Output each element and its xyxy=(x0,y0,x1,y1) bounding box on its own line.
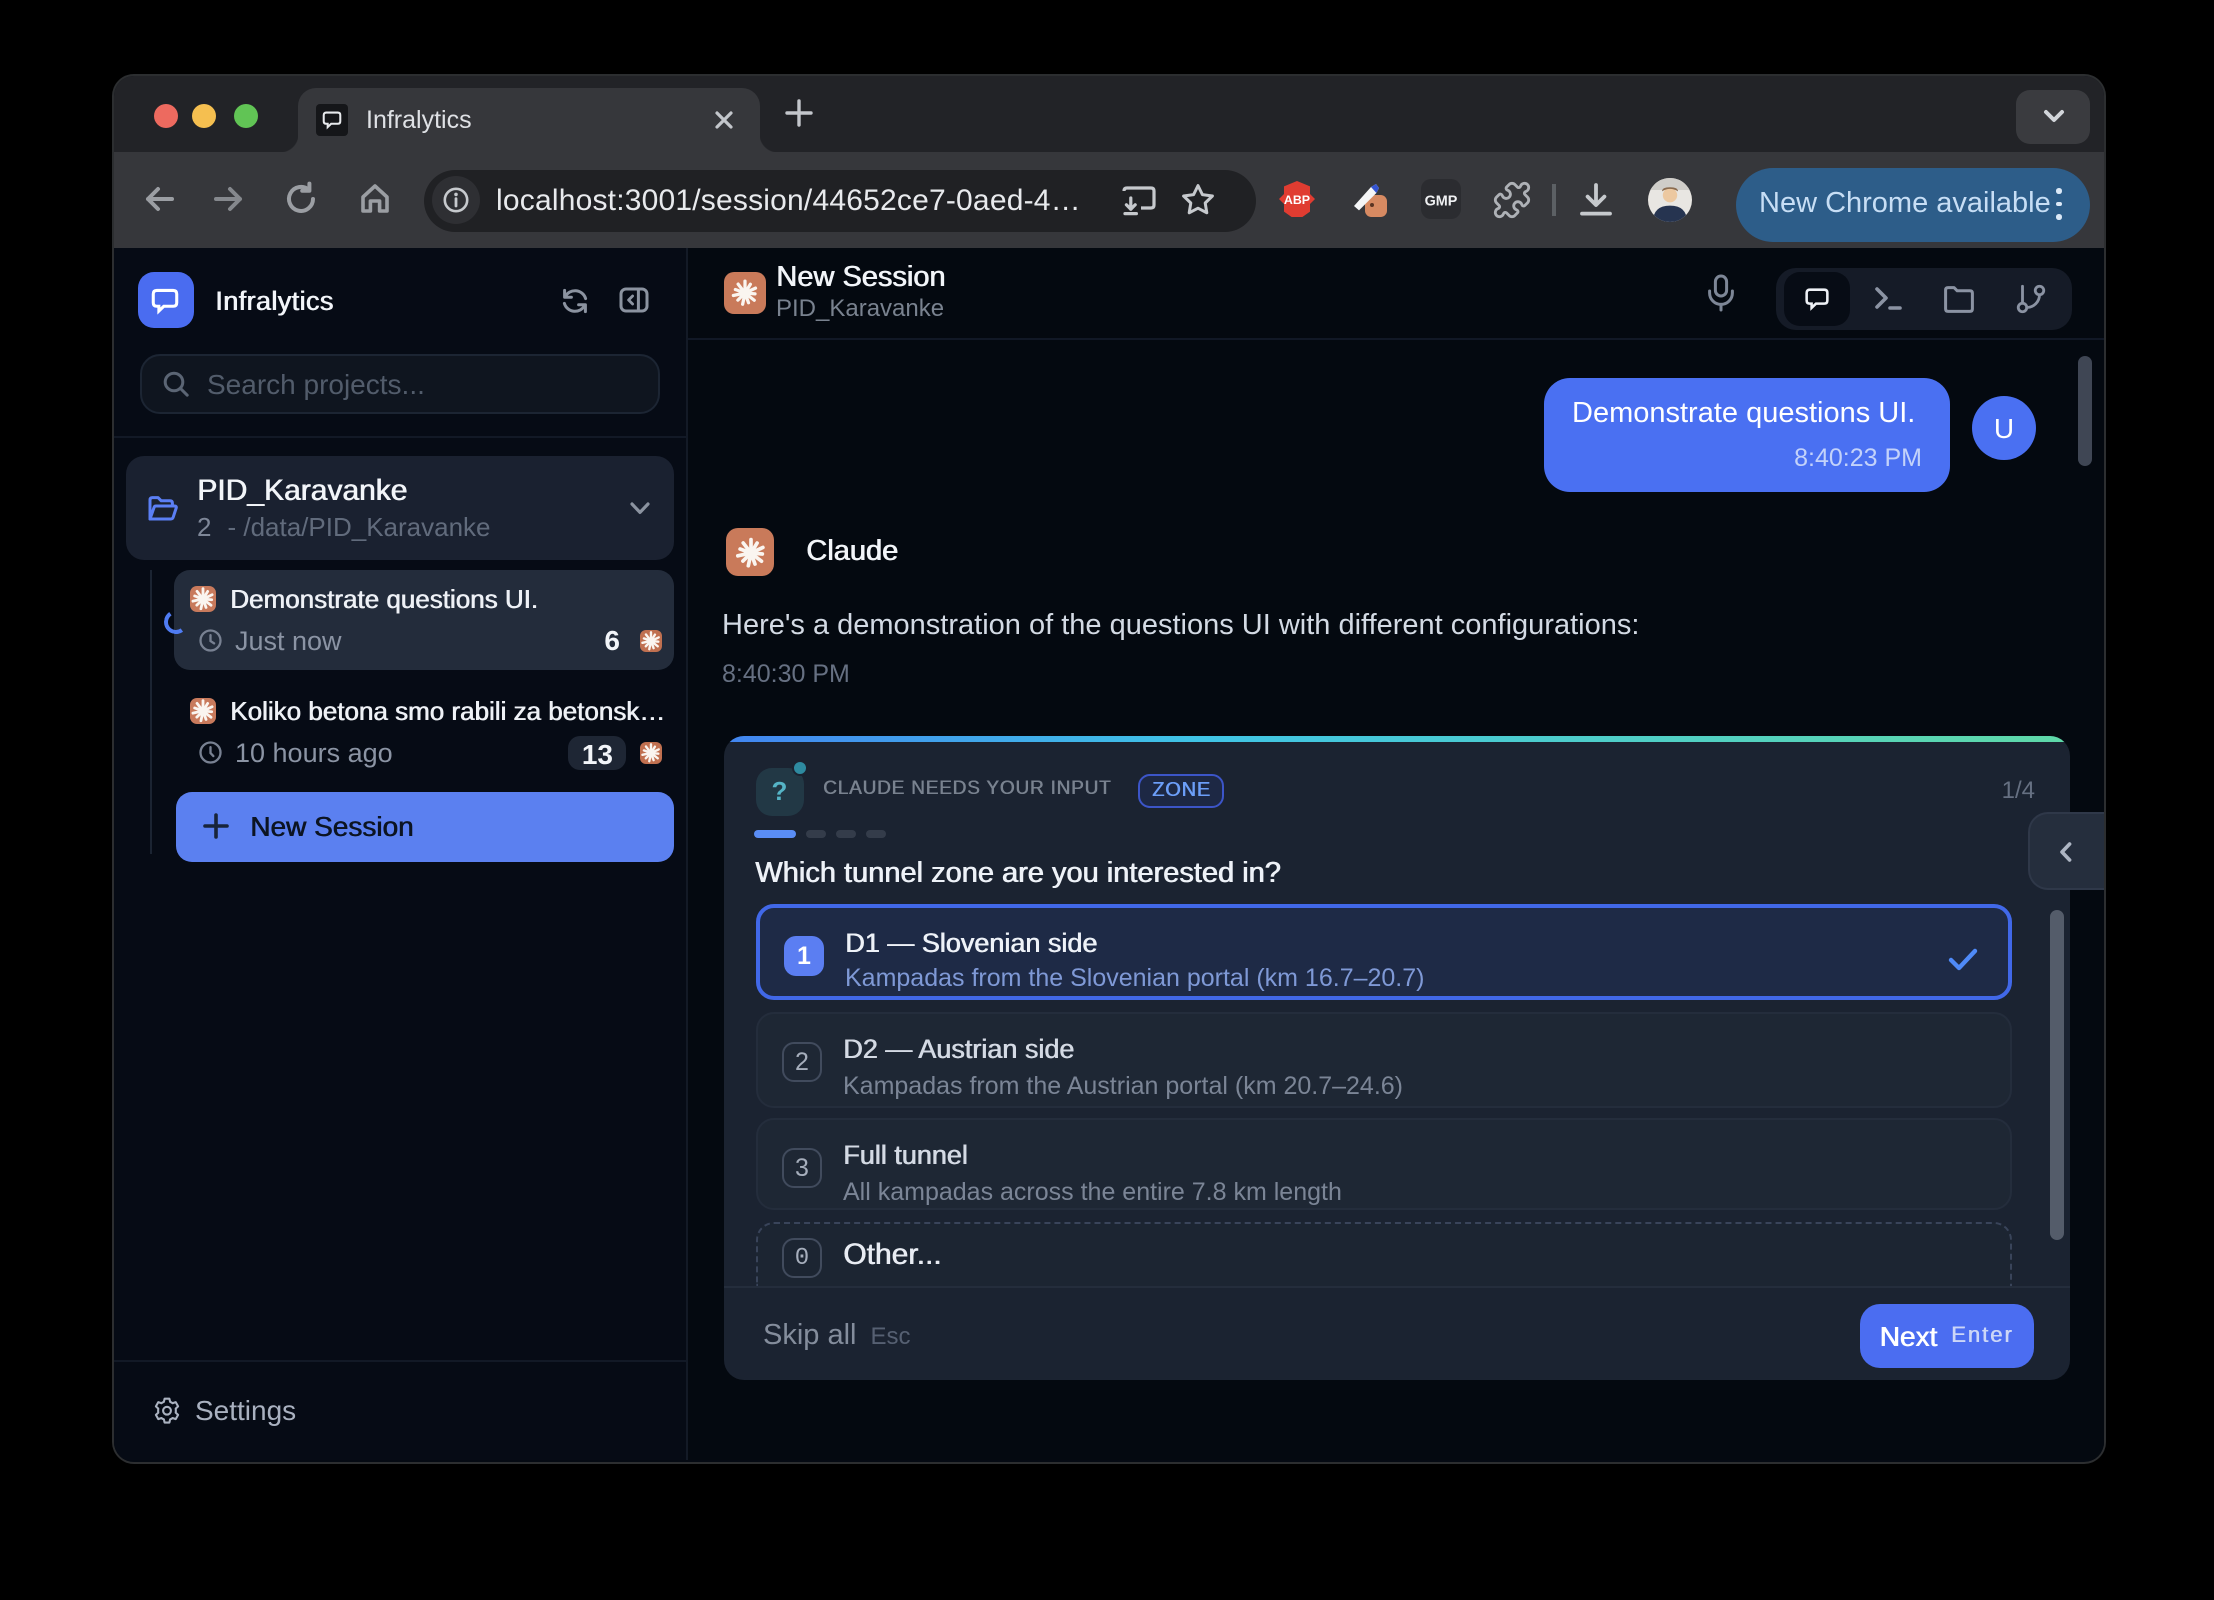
svg-text:GMP: GMP xyxy=(1424,194,1457,210)
svg-text:ABP: ABP xyxy=(1283,194,1309,208)
